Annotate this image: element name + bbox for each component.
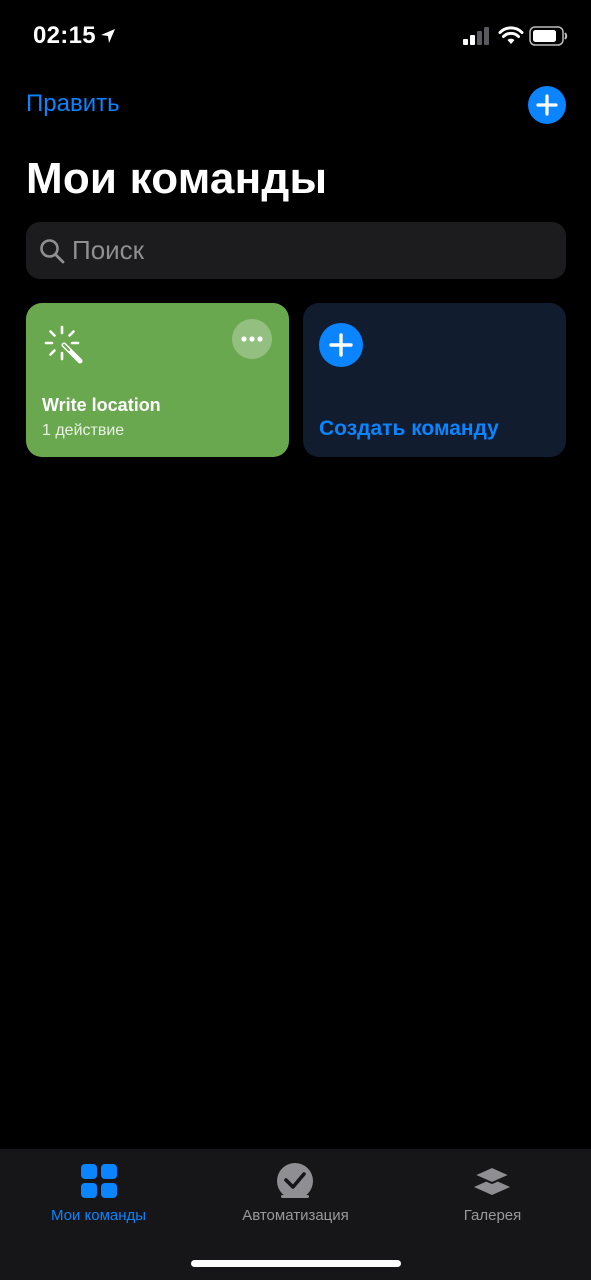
wifi-icon (498, 26, 524, 44)
plus-icon (329, 333, 353, 357)
create-plus-badge (319, 323, 363, 367)
page-title: Мои команды (26, 154, 328, 203)
tab-label: Галерея (463, 1207, 522, 1224)
shortcut-card-write-location[interactable]: Write location 1 действие (26, 303, 289, 457)
edit-button[interactable]: Править (26, 90, 120, 118)
location-arrow-icon (101, 29, 115, 43)
home-indicator[interactable] (191, 1260, 401, 1267)
create-shortcut-label: Создать команду (319, 417, 499, 440)
tab-label: Мои команды (50, 1207, 147, 1224)
search-icon (40, 239, 65, 264)
tab-gallery[interactable]: Галерея (394, 1149, 591, 1229)
shortcut-title: Write location (42, 395, 161, 415)
shortcuts-screen: 02:15 Править Мои команды Поиск Write lo… (0, 0, 591, 1280)
status-bar: 02:15 (0, 0, 591, 72)
tab-automation[interactable]: Автоматизация (197, 1149, 394, 1229)
search-bar[interactable] (26, 222, 566, 279)
tab-my-shortcuts[interactable]: Мои команды (0, 1149, 197, 1229)
more-options-button[interactable] (232, 319, 272, 359)
battery-icon (529, 26, 568, 46)
search-input[interactable] (72, 222, 552, 279)
clock-check-icon (277, 1163, 313, 1201)
ellipsis-icon (241, 336, 263, 342)
magic-wand-icon (44, 325, 83, 364)
add-shortcut-button[interactable] (528, 86, 566, 124)
tab-label: Автоматизация (242, 1207, 349, 1224)
layers-icon (472, 1165, 512, 1195)
grid-icon (81, 1164, 117, 1198)
plus-icon (536, 94, 558, 116)
cellular-signal-icon (463, 27, 489, 45)
create-shortcut-card[interactable]: Создать команду (303, 303, 566, 457)
status-time: 02:15 (33, 22, 96, 49)
shortcut-action-count: 1 действие (42, 422, 125, 439)
